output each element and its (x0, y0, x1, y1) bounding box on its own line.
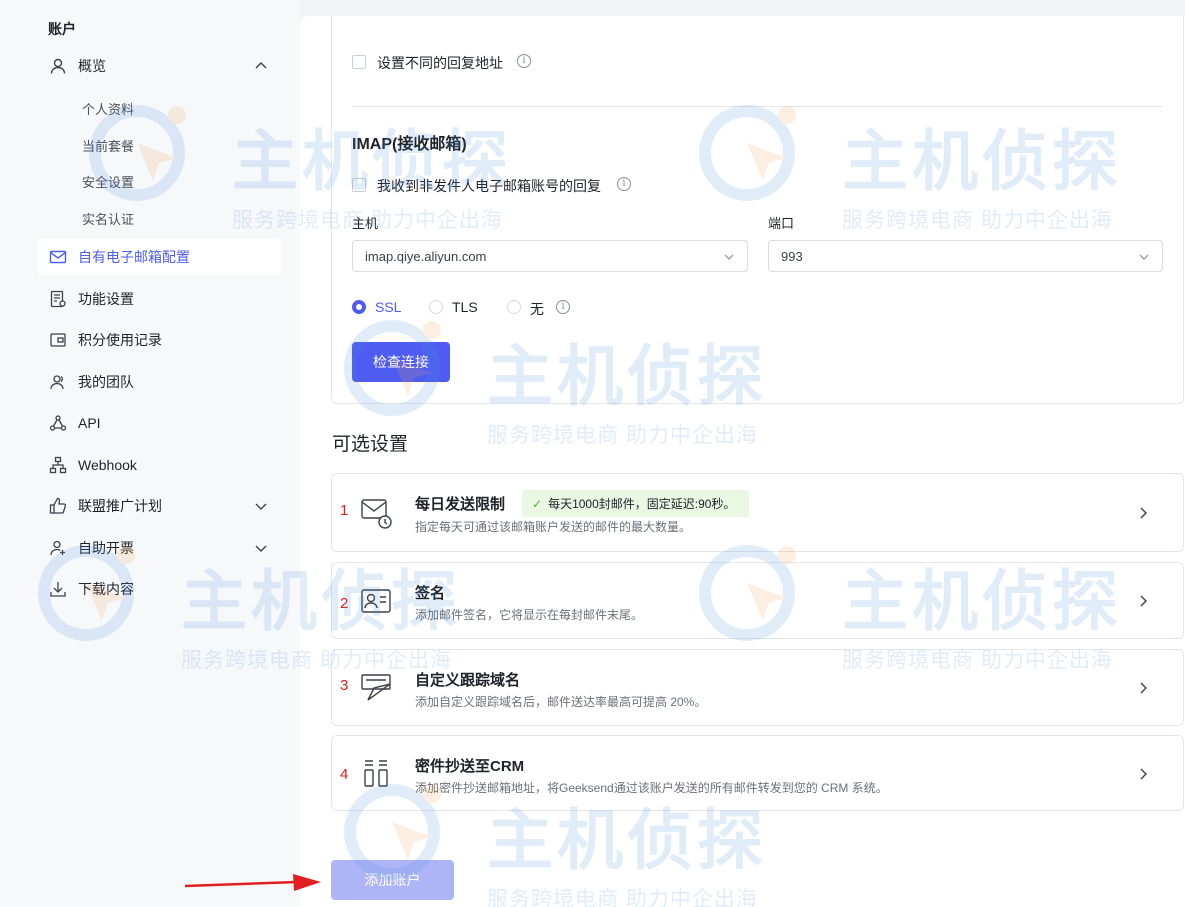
reply-address-checkbox[interactable] (352, 55, 366, 69)
sidebar-item-label: 自助开票 (78, 540, 134, 556)
sidebar-subitem-plan[interactable]: 当前套餐 (82, 136, 134, 155)
sidebar-item-api[interactable]: API (38, 405, 281, 441)
badge-text: 每天1000封邮件，固定延迟:90秒。 (548, 497, 736, 511)
chevron-right-icon (1140, 507, 1147, 519)
tls-label: TLS (452, 299, 478, 315)
tls-radio[interactable] (429, 300, 443, 314)
sidebar-subitem-verification[interactable]: 实名认证 (82, 209, 134, 228)
sidebar-item-label: 联盟推广计划 (78, 498, 162, 514)
sidebar-item-label: 功能设置 (78, 291, 134, 307)
add-account-button[interactable]: 添加账户 (331, 860, 454, 900)
card-title: 密件抄送至CRM (415, 758, 525, 775)
chevron-up-icon (255, 62, 267, 69)
non-sender-reply-checkbox[interactable] (352, 178, 366, 192)
sidebar-item-feature-settings[interactable]: 功能设置 (38, 281, 281, 317)
check-connection-button[interactable]: 检查连接 (352, 342, 450, 382)
chevron-right-icon (1140, 682, 1147, 694)
card-description: 指定每天可通过该邮箱账户发送的邮件的最大数量。 (415, 520, 692, 534)
host-value: imap.qiye.aliyun.com (365, 248, 487, 264)
host-select[interactable]: imap.qiye.aliyun.com (352, 240, 748, 272)
daily-send-limit-card[interactable]: 1 每日发送限制 ✓ 每天1000封邮件，固定延迟:90秒。 指定每天可通过该邮箱… (331, 473, 1184, 552)
port-select[interactable]: 993 (768, 240, 1163, 272)
none-label: 无 (530, 301, 544, 317)
sidebar-item-webhook[interactable]: Webhook (38, 447, 281, 483)
sidebar-item-label: Webhook (78, 457, 137, 473)
settings-doc-icon (48, 289, 68, 309)
port-value: 993 (781, 248, 803, 264)
ssl-label: SSL (375, 299, 402, 315)
sidebar-item-label: 我的团队 (78, 374, 134, 390)
bcc-crm-card[interactable]: 4 密件抄送至CRM 添加密件抄送邮箱地址，将Geeksend通过该账户发送的所… (331, 735, 1184, 811)
sidebar-item-invoice[interactable]: 自助开票 (38, 530, 281, 566)
user-icon (48, 56, 68, 76)
none-radio[interactable] (507, 300, 521, 314)
ssl-radio[interactable] (352, 300, 366, 314)
info-icon[interactable]: i (617, 177, 631, 191)
imap-config-card (331, 16, 1184, 404)
invoice-user-icon (48, 538, 68, 558)
send-tracking-icon (361, 674, 391, 701)
host-label: 主机 (352, 216, 379, 231)
mail-clock-icon (361, 499, 392, 529)
annotation-number: 3 (340, 677, 349, 694)
chevron-right-icon (1140, 768, 1147, 780)
tracking-domain-card[interactable]: 3 自定义跟踪域名 添加自定义跟踪域名后，邮件送达率最高可提高 20%。 (331, 649, 1184, 726)
signature-card[interactable]: 2 签名 添加邮件签名，它将显示在每封邮件末尾。 (331, 562, 1184, 639)
check-icon: ✓ (532, 496, 543, 511)
sidebar-item-team[interactable]: 我的团队 (38, 364, 281, 400)
sidebar-item-label: 积分使用记录 (78, 332, 162, 348)
card-description: 添加邮件签名，它将显示在每封邮件末尾。 (415, 608, 644, 622)
divider (352, 106, 1163, 107)
info-icon[interactable]: i (556, 300, 570, 314)
sidebar-item-email-config[interactable]: 自有电子邮箱配置 (38, 239, 281, 275)
id-card-icon (361, 589, 391, 613)
thumbs-up-icon (48, 496, 68, 516)
annotation-number: 1 (340, 502, 349, 519)
card-title: 签名 (415, 585, 446, 602)
chevron-down-icon (255, 503, 267, 510)
annotation-number: 4 (340, 766, 349, 783)
daily-limit-badge: ✓ 每天1000封邮件，固定延迟:90秒。 (522, 490, 750, 517)
card-title: 自定义跟踪域名 (415, 672, 521, 689)
chevron-right-icon (1140, 595, 1147, 607)
port-label: 端口 (768, 216, 795, 231)
wallet-icon (48, 330, 68, 350)
sidebar: 账户 概览 个人资料 当前套餐 安全设置 实名认证 自有电子邮箱配置 功能设置 … (0, 0, 300, 907)
card-title: 每日发送限制 (415, 496, 506, 513)
chevron-down-icon (1139, 254, 1149, 260)
sidebar-subitem-security[interactable]: 安全设置 (82, 172, 134, 191)
sidebar-item-label: 下载内容 (78, 581, 134, 597)
annotation-number: 2 (340, 595, 349, 612)
chevron-down-icon (255, 545, 267, 552)
bcc-crm-icon (364, 760, 388, 787)
sidebar-item-overview[interactable]: 概览 (38, 48, 281, 84)
annotation-arrow-icon (185, 874, 321, 891)
sidebar-item-affiliate[interactable]: 联盟推广计划 (38, 488, 281, 524)
download-icon (48, 579, 68, 599)
sidebar-item-label: 概览 (78, 58, 106, 74)
sidebar-item-downloads[interactable]: 下载内容 (38, 571, 281, 607)
sidebar-item-label: 自有电子邮箱配置 (78, 249, 190, 265)
sidebar-title: 账户 (48, 21, 76, 37)
imap-heading: IMAP(接收邮箱) (352, 136, 467, 153)
sidebar-subitem-profile[interactable]: 个人资料 (82, 99, 134, 118)
webhook-icon (48, 455, 68, 475)
card-description: 添加自定义跟踪域名后，邮件送达率最高可提高 20%。 (415, 695, 707, 709)
sidebar-item-label: API (78, 415, 101, 431)
sidebar-item-points-record[interactable]: 积分使用记录 (38, 322, 281, 358)
chevron-down-icon (724, 254, 734, 260)
non-sender-reply-label: 我收到非发件人电子邮箱账号的回复 (377, 178, 601, 194)
info-icon[interactable]: i (517, 54, 531, 68)
team-icon (48, 372, 68, 392)
card-description: 添加密件抄送邮箱地址，将Geeksend通过该账户发送的所有邮件转发到您的 CR… (415, 781, 888, 795)
reply-address-label: 设置不同的回复地址 (377, 55, 503, 71)
optional-settings-heading: 可选设置 (332, 434, 409, 455)
mail-icon (48, 247, 68, 267)
api-icon (48, 413, 68, 433)
